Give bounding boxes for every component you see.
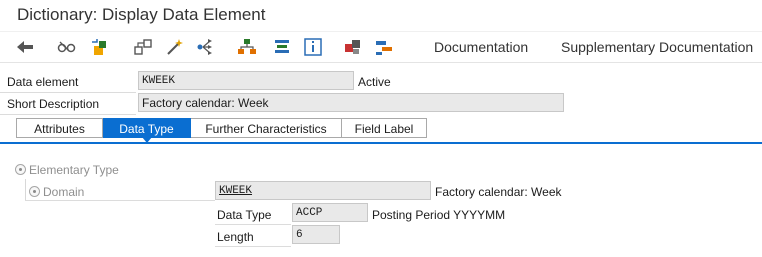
- length-label: Length: [217, 230, 254, 244]
- length-field[interactable]: 6: [292, 225, 340, 244]
- object-hierarchy-icon[interactable]: [133, 37, 153, 57]
- documentation-button[interactable]: Documentation: [434, 39, 528, 55]
- short-description-label: Short Description: [7, 97, 100, 111]
- toolbar-divider: [0, 62, 762, 63]
- window-title: Dictionary: Display Data Element: [17, 5, 266, 24]
- display-change-glasses-icon[interactable]: [57, 37, 77, 57]
- row-divider: [215, 224, 291, 225]
- transport-object-icon[interactable]: [343, 37, 363, 57]
- tab-strip: Attributes Data Type Further Characteris…: [16, 118, 427, 143]
- toolbar: Documentation Supplementary Documentatio…: [0, 31, 762, 61]
- active-inactive-icon[interactable]: [90, 37, 110, 57]
- row-divider: [0, 92, 136, 93]
- supplementary-documentation-button[interactable]: Supplementary Documentation: [561, 39, 753, 55]
- magic-wand-icon[interactable]: [165, 37, 185, 57]
- row-divider: [215, 246, 291, 247]
- tab-field-label[interactable]: Field Label: [342, 118, 427, 138]
- technical-settings-icon[interactable]: [374, 37, 394, 57]
- status-text: Active: [358, 75, 391, 89]
- data-element-field[interactable]: KWEEK: [138, 71, 354, 90]
- domain-description: Factory calendar: Week: [435, 185, 562, 199]
- short-description-field[interactable]: Factory calendar: Week: [138, 93, 564, 112]
- navigation-window-icon[interactable]: [272, 37, 292, 57]
- title-bar: Dictionary: Display Data Element: [0, 0, 762, 31]
- domain-field[interactable]: KWEEK: [215, 181, 431, 200]
- domain-radio[interactable]: [29, 186, 40, 197]
- tab-further-characteristics[interactable]: Further Characteristics: [191, 118, 342, 138]
- row-divider: [0, 114, 136, 115]
- data-type-description: Posting Period YYYYMM: [372, 208, 506, 222]
- data-type-field[interactable]: ACCP: [292, 203, 368, 222]
- data-type-label: Data Type: [217, 208, 272, 222]
- data-element-label: Data element: [7, 75, 79, 89]
- elementary-type-label: Elementary Type: [29, 163, 119, 177]
- tab-underline: [0, 142, 762, 144]
- back-arrow-icon[interactable]: [15, 37, 35, 57]
- display-object-list-icon[interactable]: [237, 37, 257, 57]
- tab-data-type[interactable]: Data Type: [103, 118, 191, 143]
- where-used-list-icon[interactable]: [196, 37, 216, 57]
- row-divider: [25, 200, 215, 201]
- tab-attributes[interactable]: Attributes: [16, 118, 103, 138]
- domain-label: Domain: [43, 185, 85, 199]
- info-icon[interactable]: [303, 37, 323, 57]
- elementary-type-radio[interactable]: [15, 164, 26, 175]
